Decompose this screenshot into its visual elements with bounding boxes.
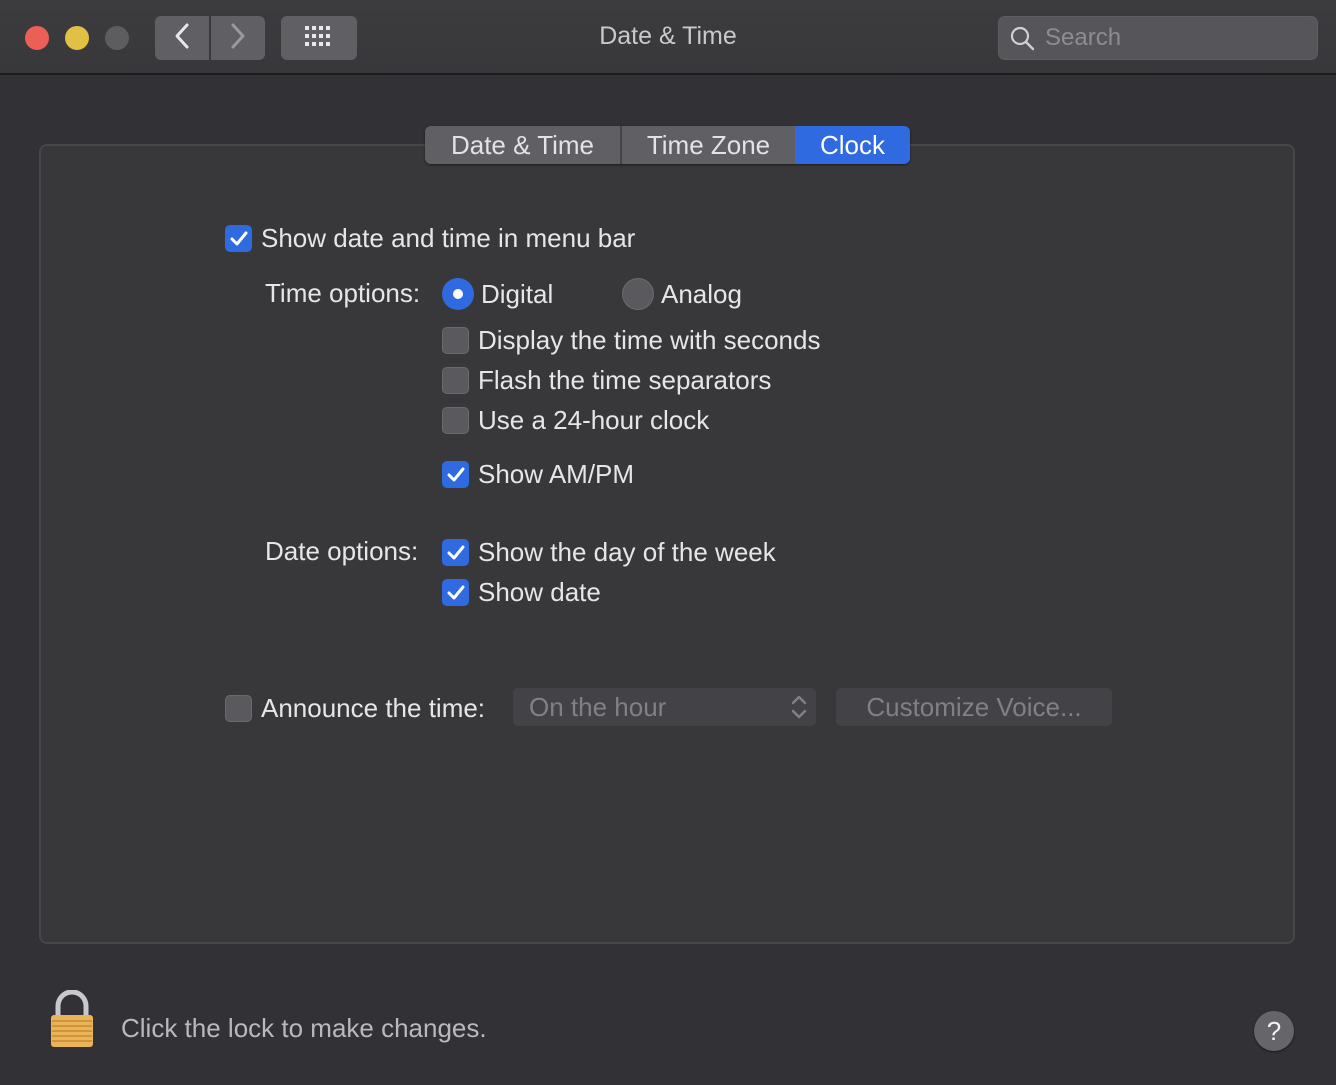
- checkmark-icon: [230, 231, 247, 245]
- hour24-row[interactable]: Use a 24-hour clock: [442, 405, 709, 436]
- back-forward-group: [155, 16, 265, 60]
- forward-button[interactable]: [211, 16, 265, 60]
- lock-status-text: Click the lock to make changes.: [121, 1013, 487, 1043]
- chevron-left-icon: [172, 22, 192, 55]
- seconds-checkbox[interactable]: [442, 327, 469, 354]
- announce-interval-value: On the hour: [529, 691, 667, 722]
- up-down-chevron-icon: [788, 692, 810, 722]
- show-in-menubar-row[interactable]: Show date and time in menu bar: [225, 223, 635, 254]
- analog-radio-row[interactable]: Analog: [622, 278, 742, 310]
- search-field[interactable]: [998, 16, 1318, 60]
- show-date-label: Show date: [478, 577, 601, 607]
- announce-checkbox[interactable]: [225, 695, 252, 722]
- minimize-window-button[interactable]: [65, 26, 89, 50]
- flash-separators-checkbox[interactable]: [442, 367, 469, 394]
- search-icon: [1009, 25, 1035, 51]
- customize-voice-button[interactable]: Customize Voice...: [836, 688, 1112, 726]
- hour24-label: Use a 24-hour clock: [478, 405, 710, 435]
- seconds-row[interactable]: Display the time with seconds: [442, 325, 820, 356]
- flash-separators-label: Flash the time separators: [478, 365, 772, 395]
- chevron-right-icon: [228, 22, 248, 55]
- ampm-row[interactable]: Show AM/PM: [442, 459, 634, 490]
- system-preferences-window: Date & Time Date & Time Time Zone Clock …: [0, 0, 1336, 1085]
- tab-date-and-time[interactable]: Date & Time: [425, 126, 622, 164]
- date-options-label: Date options:: [265, 536, 419, 566]
- tab-clock[interactable]: Clock: [795, 126, 910, 164]
- digital-label: Digital: [481, 278, 554, 309]
- day-of-week-label: Show the day of the week: [478, 537, 776, 567]
- tab-time-zone[interactable]: Time Zone: [622, 126, 795, 164]
- title-bar: Date & Time: [0, 0, 1336, 75]
- day-of-week-row[interactable]: Show the day of the week: [442, 537, 776, 568]
- time-options-label: Time options:: [265, 278, 421, 308]
- search-input[interactable]: [1043, 23, 1307, 53]
- show-date-checkbox[interactable]: [442, 579, 469, 606]
- announce-row[interactable]: Announce the time:: [225, 693, 485, 724]
- ampm-checkbox[interactable]: [442, 461, 469, 488]
- grid-icon: [304, 24, 334, 53]
- help-button[interactable]: ?: [1254, 1011, 1294, 1051]
- checkmark-icon: [447, 467, 464, 481]
- announce-label: Announce the time:: [261, 693, 486, 723]
- lock-icon[interactable]: [48, 989, 96, 1050]
- show-in-menubar-checkbox[interactable]: [225, 225, 252, 252]
- seconds-label: Display the time with seconds: [478, 325, 821, 355]
- digital-radio[interactable]: [442, 278, 474, 310]
- back-button[interactable]: [155, 16, 211, 60]
- digital-radio-row[interactable]: Digital: [442, 278, 553, 310]
- show-all-button[interactable]: [281, 16, 357, 60]
- checkmark-icon: [447, 545, 464, 559]
- analog-radio[interactable]: [622, 278, 654, 310]
- flash-separators-row[interactable]: Flash the time separators: [442, 365, 771, 396]
- day-of-week-checkbox[interactable]: [442, 539, 469, 566]
- zoom-window-button[interactable]: [105, 26, 129, 50]
- close-window-button[interactable]: [25, 26, 49, 50]
- analog-label: Analog: [661, 278, 742, 309]
- tab-bar: Date & Time Time Zone Clock: [425, 126, 910, 164]
- show-in-menubar-label: Show date and time in menu bar: [261, 223, 636, 253]
- show-date-row[interactable]: Show date: [442, 577, 601, 608]
- hour24-checkbox[interactable]: [442, 407, 469, 434]
- ampm-label: Show AM/PM: [478, 459, 635, 489]
- checkmark-icon: [447, 585, 464, 599]
- announce-interval-popup[interactable]: On the hour: [513, 688, 816, 726]
